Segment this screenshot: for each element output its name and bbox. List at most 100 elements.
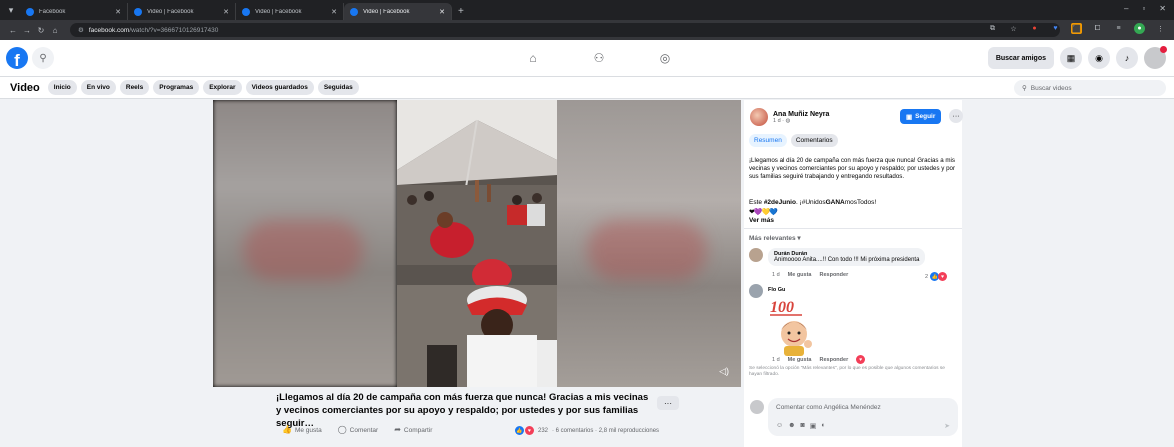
close-tab-icon[interactable]: ✕ [223,8,229,16]
comment-reply-link[interactable]: Responder [820,272,849,278]
address-bar[interactable]: ⚙ facebook.com/watch/?v=366671012691743​… [70,23,1060,37]
menu-grid-icon[interactable]: ▦ [1060,47,1082,69]
back-icon[interactable]: ← [6,26,20,35]
find-friends-button[interactable]: Buscar amigos [987,47,1054,69]
hashtag-unidosganamostodos[interactable]: #UnidosGANAmosTodos [802,199,875,206]
see-more-link[interactable]: Ver más [749,217,774,224]
extension-red-icon[interactable]: ● [1029,23,1040,34]
notification-dot [1160,46,1167,53]
share-icon: ➦ [394,425,401,434]
comment-sticker-image: 100 [770,299,812,356]
close-tab-icon[interactable]: ✕ [115,8,121,16]
comment-button[interactable]: ◯ Comentar [338,425,379,434]
pill-programas[interactable]: Programas [153,80,200,95]
volume-icon[interactable]: ◁) [719,366,729,377]
avatar-sticker-icon[interactable]: ◐ [821,422,825,430]
install-icon[interactable]: ⧉ [987,23,998,34]
browser-tab-2[interactable]: Video | Facebook ✕ [128,3,236,20]
close-window-icon[interactable]: ✕ [1159,4,1166,13]
camera-icon[interactable]: ◙ [801,422,805,430]
browser-tab-3[interactable]: Video | Facebook ✕ [236,3,344,20]
maximize-icon[interactable]: ▫ [1142,4,1145,13]
home-icon[interactable]: ⌂ [48,26,62,35]
tab-title: Video | Facebook [147,8,194,15]
emoji-icon[interactable]: ☻ [788,422,795,430]
gif-icon[interactable]: ▣ [810,422,817,430]
close-tab-icon[interactable]: ✕ [439,8,445,16]
site-info-icon[interactable]: ⚙ [78,26,84,34]
video-search-input[interactable]: ⚲ Buscar videos [1014,80,1166,96]
love-reaction-icon: ♥ [938,272,948,281]
comment-icon: ◯ [337,425,347,434]
facebook-logo-icon[interactable]: f [6,47,28,69]
comment-like-link[interactable]: Me gusta [788,357,812,363]
video-more-options-button[interactable]: ··· [657,396,679,410]
messenger-icon[interactable]: ◉ [1088,47,1110,69]
comment-sort-dropdown[interactable]: Más relevantes ▾ [749,234,801,242]
hashtag-part-3: mosTodos [844,199,875,206]
new-tab-icon[interactable]: + [458,6,464,17]
profile-icon[interactable]: ● [1134,23,1145,34]
pill-explorar[interactable]: Explorar [203,80,242,95]
account-avatar[interactable] [1144,46,1167,69]
tab-comentarios[interactable]: Comentarios [790,134,838,147]
minimize-icon[interactable]: – [1124,4,1128,13]
extension-orange-icon[interactable]: ⬛ [1071,23,1082,34]
extension-blue-icon[interactable]: ♥ [1050,23,1061,34]
search-icon[interactable]: ⚲ [32,47,54,69]
comment-bubble: Durán Durán Animoooo Anita....!! Con tod… [768,248,926,266]
reload-icon[interactable]: ↻ [34,26,48,35]
author-avatar[interactable] [750,108,768,126]
facebook-favicon-icon [26,7,34,16]
video-player[interactable]: ◁) [213,100,741,387]
pill-inicio[interactable]: Inicio [47,80,77,95]
filter-note: Se seleccionó la opción "Más relevantes"… [749,366,945,377]
hashtag-2dejunio[interactable]: #2deJunio [764,199,796,206]
comment-reply-link[interactable]: Responder [820,357,849,363]
reaction-count[interactable]: 232 [538,428,548,434]
follow-button[interactable]: ▣ Seguir [900,109,942,124]
commenter-avatar[interactable] [749,284,763,298]
pill-en-vivo[interactable]: En vivo [80,80,116,95]
svg-text:100: 100 [770,299,794,316]
comment-reactions[interactable]: 2 👍 ♥ [925,272,948,281]
browser-tab-active[interactable]: Video | Facebook ✕ [344,3,452,20]
browser-tab-1[interactable]: Facebook ✕ [20,3,128,20]
browser-toolbar: ← → ↻ ⌂ ⚙ facebook.com/watch/?v=36667101… [0,20,1174,40]
sticker-icon[interactable]: ☺ [776,422,783,430]
forward-icon[interactable]: → [20,26,34,35]
tab-search-menu-icon[interactable]: ≡ [1113,23,1124,34]
home-nav-icon[interactable]: ⌂ [525,50,541,66]
send-icon[interactable]: ➤ [944,422,950,430]
post-hashtags: Este #2deJunio. ¡#UnidosGANAmosTodos! [749,199,876,206]
notifications-bell-icon[interactable]: ♪ [1116,47,1138,69]
groups-nav-icon[interactable]: ◎ [657,50,673,66]
hashtag-part-1: #Unidos [801,199,826,206]
comment-time: 1 d [772,272,780,278]
video-stats-text: · 6 comentarios · 2,8 mil reproducciones [552,427,660,434]
love-reaction-icon[interactable]: ♥ [856,355,866,364]
commenter-avatar[interactable] [749,248,763,262]
post-author: Ana Muñiz Neyra 1 d · ◍ [750,108,829,126]
comment-input[interactable]: Comentar como Angélica Menéndez ☺ ☻ ◙ ▣ … [768,398,958,436]
friends-nav-icon[interactable]: ⚇ [591,50,607,66]
pill-reels[interactable]: Reels [119,80,150,95]
pill-seguidas[interactable]: Seguidas [317,80,359,95]
comment-like-link[interactable]: Me gusta [788,272,812,278]
bookmark-star-icon[interactable]: ☆ [1008,23,1019,34]
share-button[interactable]: ➦ Compartir [394,425,432,434]
extensions-icon[interactable]: ⧠ [1092,23,1103,34]
commenter-name[interactable]: Flo Gu [768,284,785,298]
panel-more-options-button[interactable]: ··· [949,109,963,123]
menu-dots-icon[interactable]: ⋮ [1155,23,1166,34]
post-time: 1 d · [773,117,786,124]
like-button[interactable]: 👍 Me gusta [282,425,322,434]
pill-videos-guardados[interactable]: Videos guardados [245,80,314,95]
video-side-panel: Ana Muñiz Neyra 1 d · ◍ ▣ Seguir ··· Res… [744,100,963,447]
tab-search-icon[interactable]: ▾ [4,3,18,17]
comment-time: 1 d [772,356,780,363]
facebook-favicon-icon [242,7,250,16]
author-name[interactable]: Ana Muñiz Neyra [773,111,829,118]
tab-resumen[interactable]: Resumen [749,134,787,147]
close-tab-icon[interactable]: ✕ [331,8,337,16]
